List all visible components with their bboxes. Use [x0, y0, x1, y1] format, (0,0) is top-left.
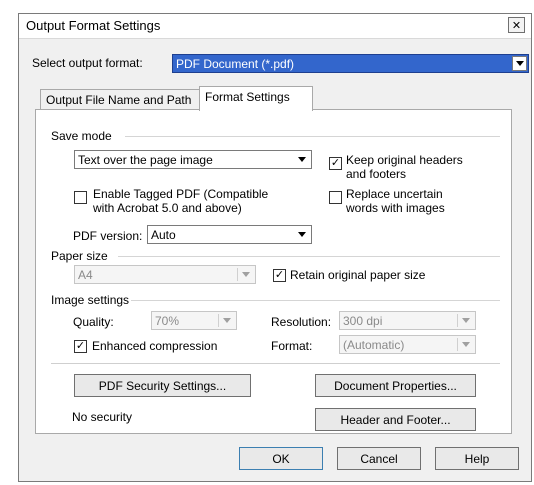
- title-bar[interactable]: Output Format Settings ✕: [19, 14, 531, 39]
- cancel-button[interactable]: Cancel: [337, 447, 421, 470]
- retain-paper-size-label[interactable]: Retain original paper size: [290, 268, 425, 282]
- enhanced-compression-checkbox[interactable]: ✓: [74, 340, 87, 353]
- save-mode-divider: [125, 136, 500, 137]
- close-icon: ✕: [511, 19, 522, 32]
- quality-label: Quality:: [73, 315, 114, 329]
- image-format-label: Format:: [271, 339, 313, 353]
- chevron-down-icon: [457, 338, 473, 351]
- paper-size-value: A4: [78, 268, 93, 282]
- paper-size-divider: [118, 256, 500, 257]
- header-footer-label: Header and Footer...: [340, 412, 451, 427]
- close-button[interactable]: ✕: [508, 17, 525, 33]
- security-status-text: No security: [72, 410, 133, 424]
- enhanced-compression-label[interactable]: Enhanced compression: [92, 339, 217, 353]
- header-footer-button[interactable]: Header and Footer...: [315, 408, 476, 431]
- ok-button[interactable]: OK: [239, 447, 323, 470]
- chevron-down-icon: [237, 268, 253, 281]
- chevron-down-icon[interactable]: [294, 153, 309, 166]
- document-properties-button[interactable]: Document Properties...: [315, 374, 476, 397]
- pdf-version-select[interactable]: Auto: [147, 225, 312, 244]
- check-icon: ✓: [330, 157, 341, 169]
- keep-headers-checkbox[interactable]: ✓: [329, 157, 342, 170]
- resolution-label: Resolution:: [271, 315, 332, 329]
- ok-label: OK: [272, 451, 290, 466]
- image-settings-group-label: Image settings: [51, 293, 130, 307]
- resolution-value: 300 dpi: [343, 314, 383, 328]
- format-settings-panel: Save mode Text over the page image ✓ Kee…: [35, 109, 512, 434]
- chevron-down-icon[interactable]: [294, 228, 309, 241]
- paper-size-group-label: Paper size: [51, 249, 108, 263]
- pdf-version-label: PDF version:: [73, 229, 143, 243]
- pdf-security-settings-label: PDF Security Settings...: [98, 378, 227, 393]
- chevron-down-icon[interactable]: [512, 56, 527, 71]
- replace-uncertain-label[interactable]: Replace uncertain words with images: [346, 187, 445, 215]
- tagged-pdf-label[interactable]: Enable Tagged PDF (Compatible with Acrob…: [93, 187, 268, 215]
- tab-output-file-name-label: Output File Name and Path: [46, 93, 192, 107]
- retain-paper-size-checkbox[interactable]: ✓: [273, 269, 286, 282]
- save-mode-select[interactable]: Text over the page image: [74, 150, 312, 169]
- keep-headers-label[interactable]: Keep original headers and footers: [346, 153, 463, 181]
- document-properties-label: Document Properties...: [334, 378, 457, 393]
- help-label: Help: [464, 451, 490, 466]
- select-format-label: Select output format:: [32, 56, 143, 70]
- save-mode-group-label: Save mode: [51, 129, 112, 143]
- chevron-down-icon: [457, 314, 473, 327]
- tagged-pdf-line1: Enable Tagged PDF (Compatible: [93, 187, 269, 201]
- pdf-version-value: Auto: [151, 228, 176, 242]
- quality-select: 70%: [151, 311, 237, 330]
- check-icon: ✓: [274, 269, 285, 281]
- quality-value: 70%: [155, 314, 180, 328]
- bottom-divider: [51, 363, 500, 364]
- replace-uncertain-checkbox[interactable]: [329, 191, 342, 204]
- output-format-dialog: Output Format Settings ✕ Select output f…: [18, 13, 532, 482]
- keep-headers-line1: Keep original headers: [346, 153, 463, 167]
- replace-uncertain-line2: words with images: [346, 201, 445, 215]
- chevron-down-icon: [218, 314, 234, 327]
- paper-size-select: A4: [74, 265, 256, 284]
- output-format-select[interactable]: PDF Document (*.pdf): [172, 54, 529, 73]
- save-mode-value: Text over the page image: [78, 153, 213, 167]
- tab-format-settings-label: Format Settings: [205, 90, 290, 104]
- image-format-select: (Automatic): [339, 335, 476, 354]
- resolution-select: 300 dpi: [339, 311, 476, 330]
- dialog-title: Output Format Settings: [26, 18, 161, 33]
- image-settings-divider: [131, 300, 500, 301]
- tagged-pdf-checkbox[interactable]: [74, 191, 87, 204]
- tagged-pdf-line2: with Acrobat 5.0 and above): [93, 201, 242, 215]
- cancel-label: Cancel: [360, 451, 398, 466]
- replace-uncertain-line1: Replace uncertain: [346, 187, 443, 201]
- image-format-value: (Automatic): [343, 338, 405, 352]
- pdf-security-settings-button[interactable]: PDF Security Settings...: [74, 374, 251, 397]
- help-button[interactable]: Help: [435, 447, 519, 470]
- tab-format-settings[interactable]: Format Settings: [199, 86, 313, 111]
- check-icon: ✓: [75, 340, 86, 352]
- output-format-value: PDF Document (*.pdf): [176, 57, 295, 71]
- keep-headers-line2: and footers: [346, 167, 407, 181]
- tab-output-file-name[interactable]: Output File Name and Path: [40, 89, 200, 109]
